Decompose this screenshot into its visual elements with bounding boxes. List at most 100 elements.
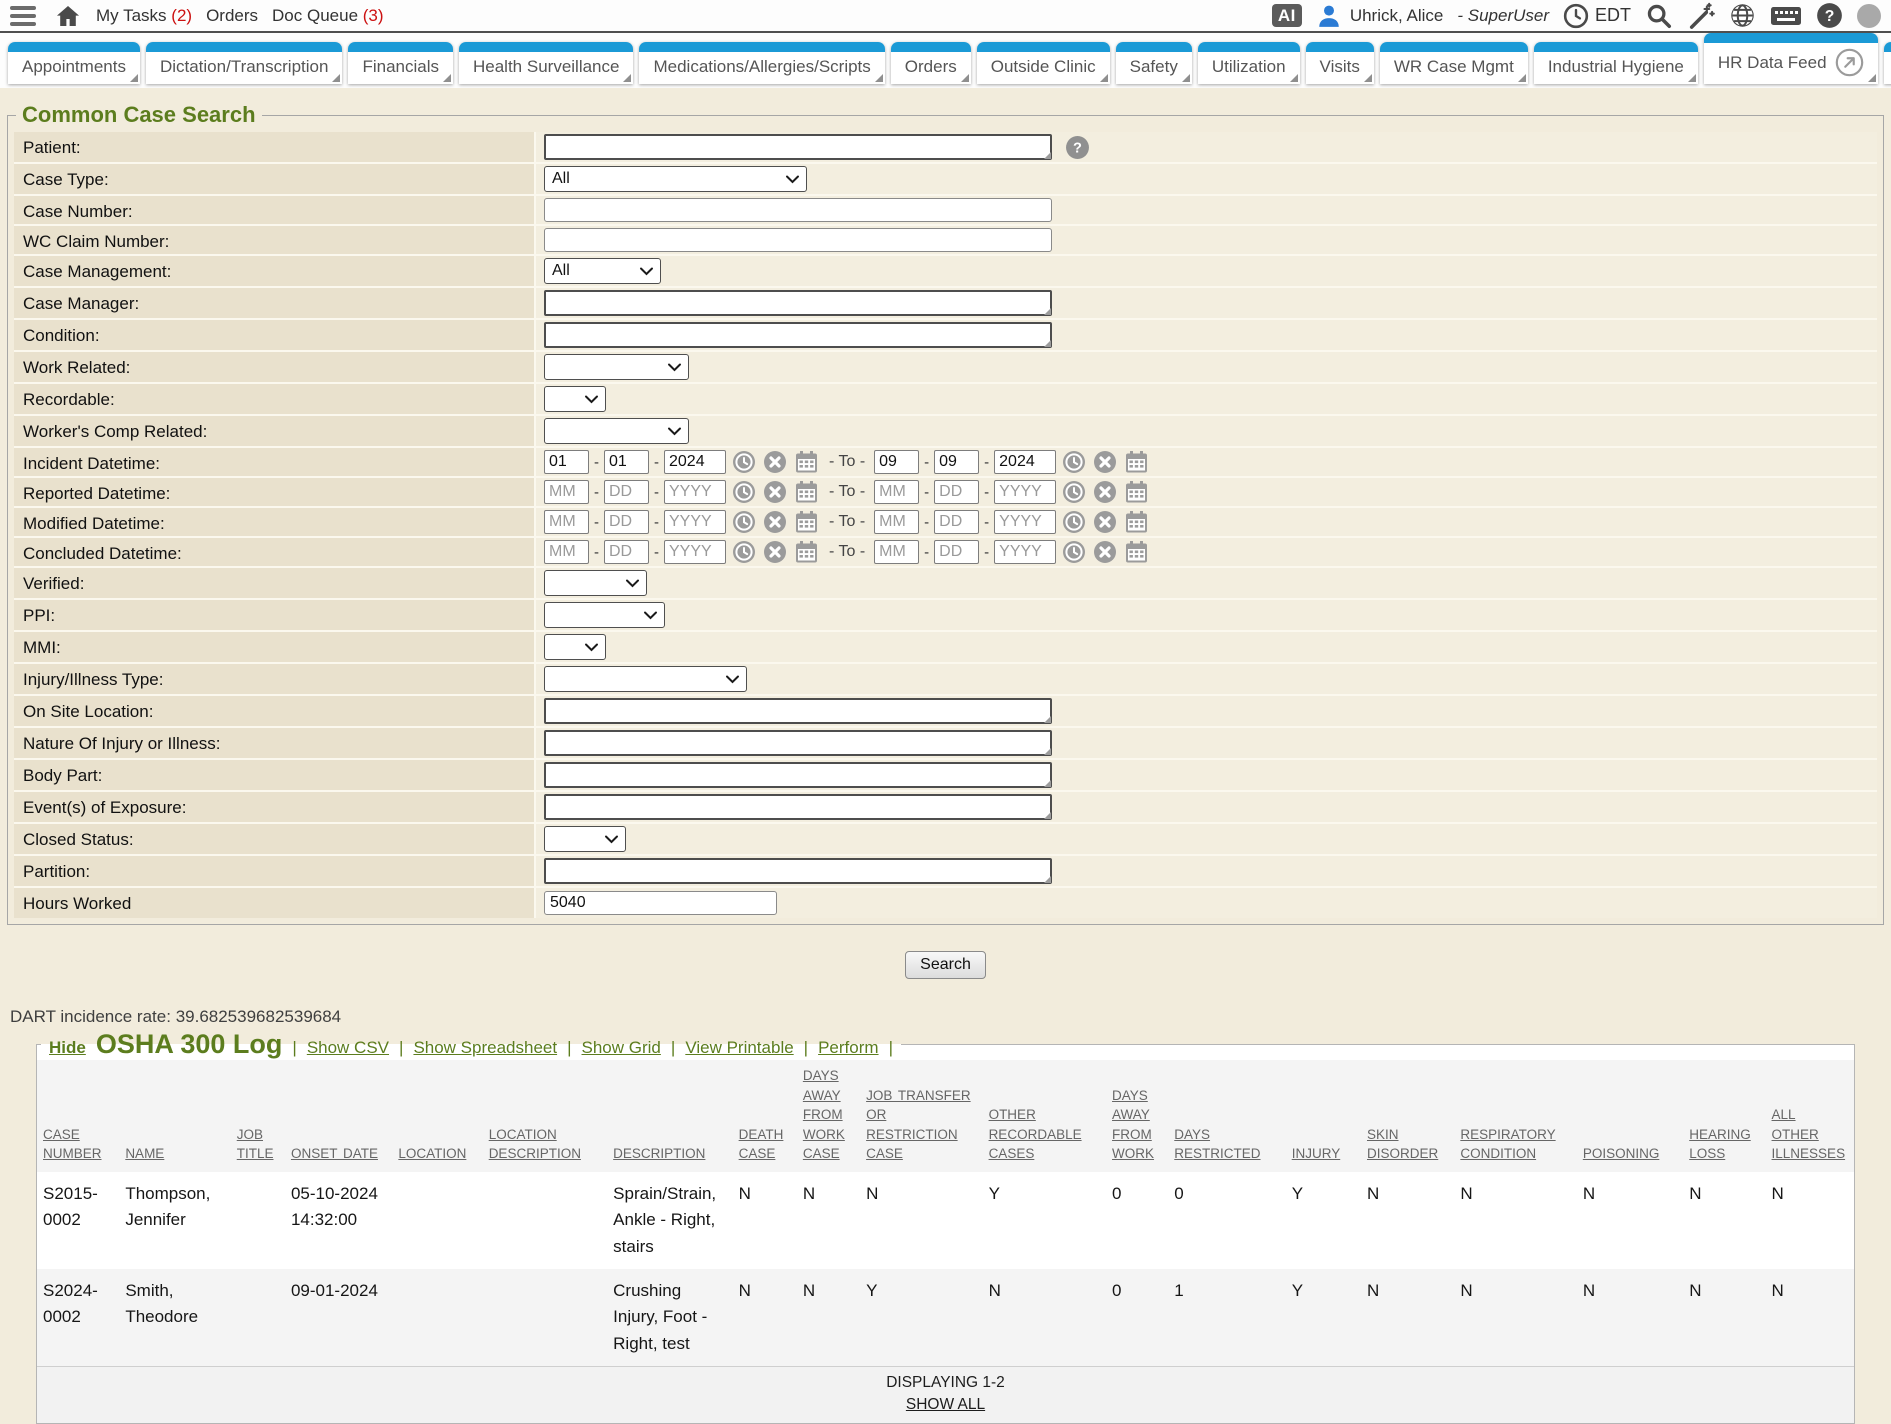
work_related-select[interactable] bbox=[544, 354, 689, 380]
events_of_exposure-input[interactable] bbox=[544, 794, 1052, 820]
tab-financials[interactable]: Financials bbox=[348, 42, 453, 84]
field-help-icon[interactable]: ? bbox=[1065, 135, 1090, 160]
incident_datetime-to-year-input[interactable] bbox=[994, 450, 1056, 474]
calendar-icon[interactable] bbox=[794, 450, 819, 474]
incident_datetime-to-month-input[interactable] bbox=[874, 450, 919, 474]
reported_datetime-to-month-input[interactable] bbox=[874, 480, 919, 504]
column-header-hearing-loss[interactable]: HEARING LOSS bbox=[1683, 1060, 1765, 1172]
tab-industrial-hygiene[interactable]: Industrial Hygiene bbox=[1534, 42, 1698, 84]
calendar-icon[interactable] bbox=[794, 510, 819, 534]
case_manager-input[interactable] bbox=[544, 290, 1052, 316]
partition-input[interactable] bbox=[544, 858, 1052, 884]
osha-link-show-grid[interactable]: Show Grid bbox=[582, 1038, 661, 1058]
hours_worked-input[interactable] bbox=[544, 891, 777, 915]
help-icon[interactable]: ? bbox=[1816, 2, 1843, 29]
table-row[interactable]: S2024-0002Smith, Theodore09-01-2024Crush… bbox=[37, 1269, 1854, 1366]
calendar-icon[interactable] bbox=[1124, 450, 1149, 474]
column-header-days-away-from-work[interactable]: DAYS AWAY FROM WORK bbox=[1106, 1060, 1168, 1172]
tab-utilization[interactable]: Utilization bbox=[1198, 42, 1300, 84]
modified_datetime-to-day-input[interactable] bbox=[934, 510, 979, 534]
time-picker-icon[interactable] bbox=[1062, 510, 1086, 534]
column-header-description[interactable]: DESCRIPTION bbox=[607, 1060, 732, 1172]
calendar-icon[interactable] bbox=[794, 480, 819, 504]
time-picker-icon[interactable] bbox=[1062, 450, 1086, 474]
column-header-respiratory-condition[interactable]: RESPIRATORY CONDITION bbox=[1454, 1060, 1576, 1172]
concluded_datetime-to-month-input[interactable] bbox=[874, 540, 919, 564]
time-picker-icon[interactable] bbox=[732, 450, 756, 474]
wand-icon[interactable] bbox=[1687, 2, 1715, 30]
injury_illness_type-select[interactable] bbox=[544, 666, 747, 692]
tab-dictation-transcription[interactable]: Dictation/Transcription bbox=[146, 42, 343, 84]
concluded_datetime-to-day-input[interactable] bbox=[934, 540, 979, 564]
tab-safety[interactable]: Safety bbox=[1116, 42, 1192, 84]
clear-date-icon[interactable] bbox=[763, 480, 787, 504]
modified_datetime-from-day-input[interactable] bbox=[604, 510, 649, 534]
reported_datetime-from-day-input[interactable] bbox=[604, 480, 649, 504]
osha-link-show-csv[interactable]: Show CSV bbox=[307, 1038, 389, 1058]
time-picker-icon[interactable] bbox=[732, 510, 756, 534]
column-header-location-description[interactable]: LOCATION DESCRIPTION bbox=[483, 1060, 607, 1172]
patient-input[interactable] bbox=[544, 134, 1052, 160]
column-header-onset-date[interactable]: ONSET DATE bbox=[285, 1060, 392, 1172]
tab-medications-allergies-scripts[interactable]: Medications/Allergies/Scripts bbox=[639, 42, 884, 84]
concluded_datetime-to-year-input[interactable] bbox=[994, 540, 1056, 564]
osha-link-perform[interactable]: Perform bbox=[818, 1038, 878, 1058]
case_type-select[interactable]: All bbox=[544, 166, 807, 192]
tab-orders[interactable]: Orders bbox=[891, 42, 971, 84]
calendar-icon[interactable] bbox=[1124, 480, 1149, 504]
body_part-input[interactable] bbox=[544, 762, 1052, 788]
modified_datetime-to-month-input[interactable] bbox=[874, 510, 919, 534]
keyboard-icon[interactable] bbox=[1770, 4, 1802, 28]
tab-wr-case-mgmt[interactable]: WR Case Mgmt bbox=[1380, 42, 1528, 84]
modified_datetime-to-year-input[interactable] bbox=[994, 510, 1056, 534]
clear-date-icon[interactable] bbox=[1093, 480, 1117, 504]
time-picker-icon[interactable] bbox=[1062, 540, 1086, 564]
osha-link-view-printable[interactable]: View Printable bbox=[685, 1038, 793, 1058]
incident_datetime-from-year-input[interactable] bbox=[664, 450, 726, 474]
reported_datetime-to-day-input[interactable] bbox=[934, 480, 979, 504]
calendar-icon[interactable] bbox=[1124, 540, 1149, 564]
hide-link[interactable]: Hide bbox=[49, 1038, 86, 1058]
nav-orders[interactable]: Orders bbox=[206, 6, 258, 26]
concluded_datetime-from-day-input[interactable] bbox=[604, 540, 649, 564]
column-header-case-number[interactable]: CASE NUMBER bbox=[37, 1060, 119, 1172]
search-button[interactable]: Search bbox=[905, 951, 986, 979]
clear-date-icon[interactable] bbox=[763, 510, 787, 534]
modified_datetime-from-year-input[interactable] bbox=[664, 510, 726, 534]
column-header-other-recordable-cases[interactable]: OTHER RECORDABLE CASES bbox=[983, 1060, 1106, 1172]
wc_claim_number-input[interactable] bbox=[544, 228, 1052, 252]
concluded_datetime-from-month-input[interactable] bbox=[544, 540, 589, 564]
nav-doc-queue[interactable]: Doc Queue (3) bbox=[272, 6, 384, 26]
clear-date-icon[interactable] bbox=[1093, 510, 1117, 534]
column-header-job-transfer-or-restriction-case[interactable]: JOB TRANSFER OR RESTRICTION CASE bbox=[860, 1060, 982, 1172]
clear-date-icon[interactable] bbox=[763, 540, 787, 564]
column-header-days-away-from-work-case[interactable]: DAYS AWAY FROM WORK CASE bbox=[797, 1060, 860, 1172]
time-picker-icon[interactable] bbox=[1062, 480, 1086, 504]
column-header-all-other-illnesses[interactable]: ALL OTHER ILLNESSES bbox=[1766, 1060, 1854, 1172]
tab-outside-clinic[interactable]: Outside Clinic bbox=[977, 42, 1110, 84]
ai-badge[interactable]: AI bbox=[1272, 4, 1302, 27]
nature_of_injury-input[interactable] bbox=[544, 730, 1052, 756]
nav-my-tasks[interactable]: My Tasks (2) bbox=[96, 6, 192, 26]
on_site_location-input[interactable] bbox=[544, 698, 1052, 724]
tab-quality-of-care[interactable]: Quality of Care bbox=[1884, 42, 1891, 84]
calendar-icon[interactable] bbox=[794, 540, 819, 564]
column-header-injury[interactable]: INJURY bbox=[1286, 1060, 1361, 1172]
closed_status-select[interactable] bbox=[544, 826, 626, 852]
column-header-job-title[interactable]: JOB TITLE bbox=[231, 1060, 285, 1172]
column-header-poisoning[interactable]: POISONING bbox=[1577, 1060, 1683, 1172]
workers_comp_related-select[interactable] bbox=[544, 418, 689, 444]
table-row[interactable]: S2015-0002Thompson, Jennifer05-10-2024 1… bbox=[37, 1172, 1854, 1269]
reported_datetime-from-month-input[interactable] bbox=[544, 480, 589, 504]
osha-link-show-spreadsheet[interactable]: Show Spreadsheet bbox=[413, 1038, 557, 1058]
time-picker-icon[interactable] bbox=[732, 480, 756, 504]
time-picker-icon[interactable] bbox=[732, 540, 756, 564]
reported_datetime-to-year-input[interactable] bbox=[994, 480, 1056, 504]
tab-appointments[interactable]: Appointments bbox=[8, 42, 140, 84]
column-header-name[interactable]: NAME bbox=[119, 1060, 230, 1172]
hamburger-menu-icon[interactable] bbox=[10, 6, 36, 26]
search-icon[interactable] bbox=[1645, 2, 1673, 30]
clear-date-icon[interactable] bbox=[1093, 540, 1117, 564]
clear-date-icon[interactable] bbox=[1093, 450, 1117, 474]
calendar-icon[interactable] bbox=[1124, 510, 1149, 534]
